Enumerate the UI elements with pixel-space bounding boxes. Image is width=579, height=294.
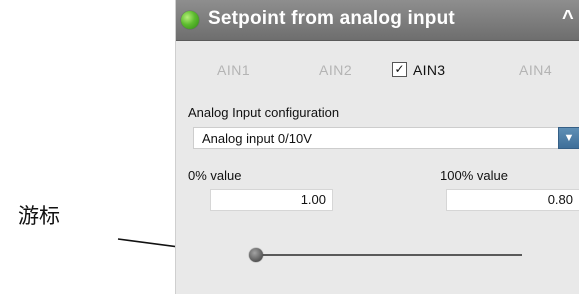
hundred-value-field[interactable]: 0.80 bbox=[446, 189, 579, 211]
tab-ain1[interactable]: AIN1 bbox=[217, 62, 250, 78]
status-dot-icon bbox=[181, 11, 199, 29]
slider-handle[interactable] bbox=[249, 248, 263, 262]
tab-ain2[interactable]: AIN2 bbox=[319, 62, 352, 78]
analog-config-value: Analog input 0/10V bbox=[202, 131, 312, 146]
ain3-checkbox[interactable]: ✓ bbox=[392, 62, 407, 77]
tab-ain4[interactable]: AIN4 bbox=[519, 62, 552, 78]
tab-ain3[interactable]: AIN3 bbox=[413, 62, 445, 78]
slider-track[interactable] bbox=[256, 254, 522, 256]
collapse-icon[interactable]: ^ bbox=[562, 7, 574, 30]
chevron-down-icon[interactable]: ▼ bbox=[558, 127, 579, 149]
analog-config-select[interactable]: Analog input 0/10V bbox=[193, 127, 573, 149]
panel-title: Setpoint from analog input bbox=[208, 8, 455, 29]
zero-value-label: 0% value bbox=[188, 168, 242, 183]
hundred-value-label: 100% value bbox=[440, 168, 508, 183]
panel-header[interactable]: Setpoint from analog input ^ bbox=[176, 0, 579, 41]
setpoint-panel: Setpoint from analog input ^ AIN1 AIN2 ✓… bbox=[175, 0, 579, 294]
zero-value-field[interactable]: 1.00 bbox=[210, 189, 333, 211]
config-label: Analog Input configuration bbox=[188, 105, 340, 120]
